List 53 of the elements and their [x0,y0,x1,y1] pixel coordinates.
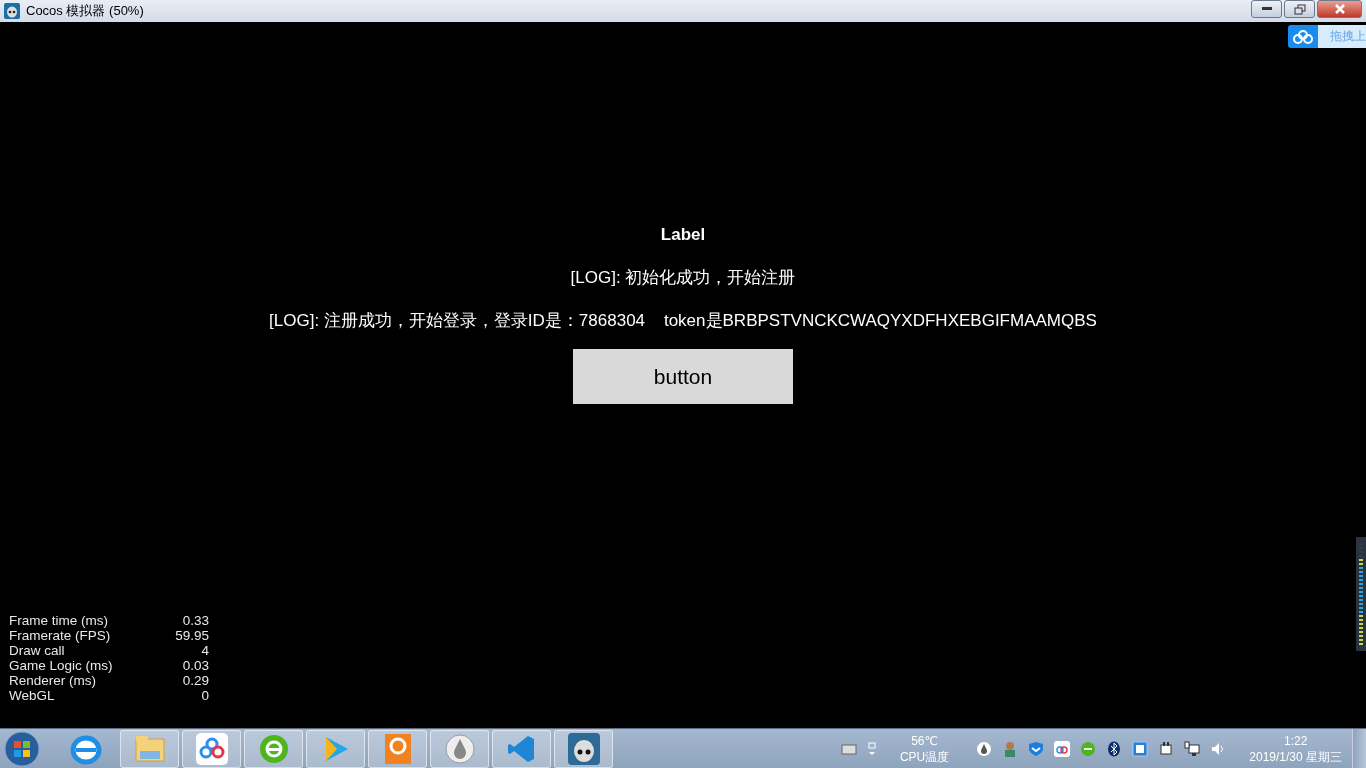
bluetooth-icon[interactable] [1106,740,1123,757]
scene-button[interactable]: button [573,349,793,404]
stat-value: 0.29 [182,673,209,688]
stat-value: 0.03 [182,658,209,673]
drop-icon[interactable] [976,740,993,757]
cloud-icon [195,732,228,765]
stat-value: 59.95 [175,628,209,643]
temperature-label: CPU温度 [899,748,950,765]
shield-icon[interactable] [1028,740,1045,757]
keyboard-icon [840,742,857,755]
log-line: [LOG]: 注册成功，开始登录，登录ID是：7868304 token是BRBPSTVNCKCWAQYXDFHXEBGIFMAAMQBS [269,310,1097,332]
clock-time: 1:22 [1283,732,1308,749]
close-icon [1333,4,1346,14]
stat-value: 4 [201,643,209,658]
window-title: Cocos 模拟器 (50%) [26,2,144,21]
temperature-value: 56℃ [911,732,938,749]
stat-value: 0 [201,688,209,703]
stat-label: Renderer (ms) [9,673,97,688]
stat-label: Game Logic (ms) [9,658,113,673]
browser-icon[interactable] [1080,740,1097,757]
stat-label: Draw call [9,643,65,658]
taskbar-button[interactable] [430,729,489,768]
minimize-icon [1260,6,1273,12]
restore-button[interactable] [1284,0,1315,18]
taskbar-button[interactable] [368,729,427,768]
taskbar-button[interactable] [182,729,241,768]
taskbar-button[interactable] [554,729,613,768]
stat-label: Frame time (ms) [9,613,108,628]
game-engine-icon [567,732,600,765]
close-button[interactable] [1317,0,1362,18]
network-icon[interactable] [1184,740,1201,757]
show-desktop-button[interactable] [1352,728,1366,768]
restore-icon [1293,3,1306,15]
stat-label: WebGL [9,688,55,703]
stat-value: 0.33 [182,613,209,628]
browser-icon [257,732,290,765]
stat-label: Framerate (FPS) [9,628,111,643]
taskbar-button[interactable] [244,729,303,768]
upload-button[interactable] [1288,25,1318,48]
clock-date: 2019/1/30 星期三 [1249,748,1342,765]
taskbar-button[interactable] [306,729,365,768]
scene-label: Label [660,224,706,246]
cloud-icon [1293,29,1313,44]
taskbar-button[interactable] [492,729,551,768]
drop-hint: 拖拽上 [1318,25,1366,48]
input-method-icon[interactable] [1132,740,1149,757]
minimize-button[interactable] [1251,0,1282,18]
window-icon [866,740,877,757]
power-plug-icon[interactable] [1158,740,1175,757]
drop-icon [443,732,476,765]
log-line: [LOG]: 初始化成功，开始注册 [570,267,796,289]
app-logo-icon [4,3,20,19]
cloud-icon[interactable] [1054,740,1071,757]
